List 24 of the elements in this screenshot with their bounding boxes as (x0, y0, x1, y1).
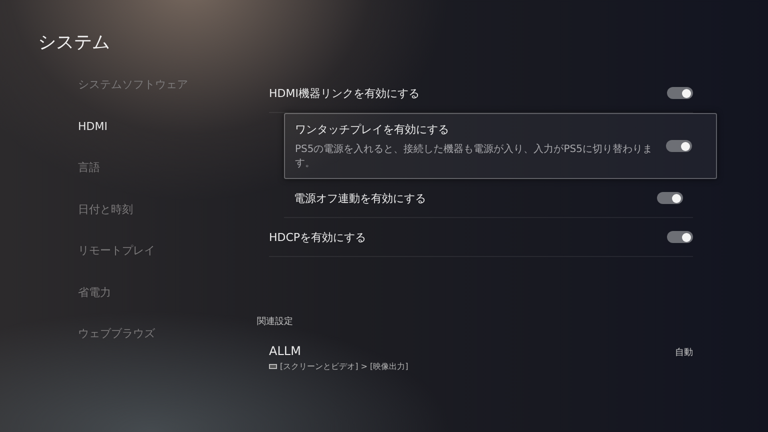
setting-label: HDMI機器リンクを有効にする (269, 86, 420, 100)
setting-label[interactable]: ALLM (269, 344, 408, 358)
sidebar-item[interactable]: システムソフトウェア (78, 74, 188, 116)
setting-label: 電源オフ連動を有効にする (294, 190, 426, 206)
setting-description: PS5の電源を入れると、接続した機器も電源が入り、入力がPS5に切り替わります。 (295, 142, 654, 170)
sidebar-item[interactable]: 日付と時刻 (78, 198, 133, 240)
sidebar-item[interactable]: リモートプレイ (78, 240, 155, 282)
toggle-switch[interactable] (666, 140, 692, 152)
setting-label: ワンタッチプレイを有効にする (295, 122, 450, 137)
section-heading: 関連設定 (257, 316, 293, 328)
toggle-switch[interactable] (667, 87, 693, 99)
setting-value: 自動 (675, 346, 693, 359)
toggle-switch[interactable] (667, 231, 693, 243)
setting-path: [スクリーンとビデオ] > [映像出力] (280, 361, 408, 372)
setting-label: HDCPを有効にする (269, 230, 366, 244)
setting-row[interactable]: 電源オフ連動を有効にする (284, 179, 693, 218)
screen-icon (269, 364, 277, 369)
sidebar-item[interactable]: 言語 (78, 157, 100, 198)
focused-setting-row[interactable]: ワンタッチプレイを有効にする PS5の電源を入れると、接続した機器も電源が入り、入力がPS5に切り替わります。 (284, 113, 717, 179)
sidebar-item[interactable]: ウェブブラウズ (78, 323, 155, 364)
toggle-switch[interactable] (657, 192, 683, 204)
sidebar-item[interactable]: 省電力 (78, 282, 111, 323)
sidebar-item[interactable]: HDMI (78, 116, 108, 157)
page-title: システム (38, 31, 110, 54)
